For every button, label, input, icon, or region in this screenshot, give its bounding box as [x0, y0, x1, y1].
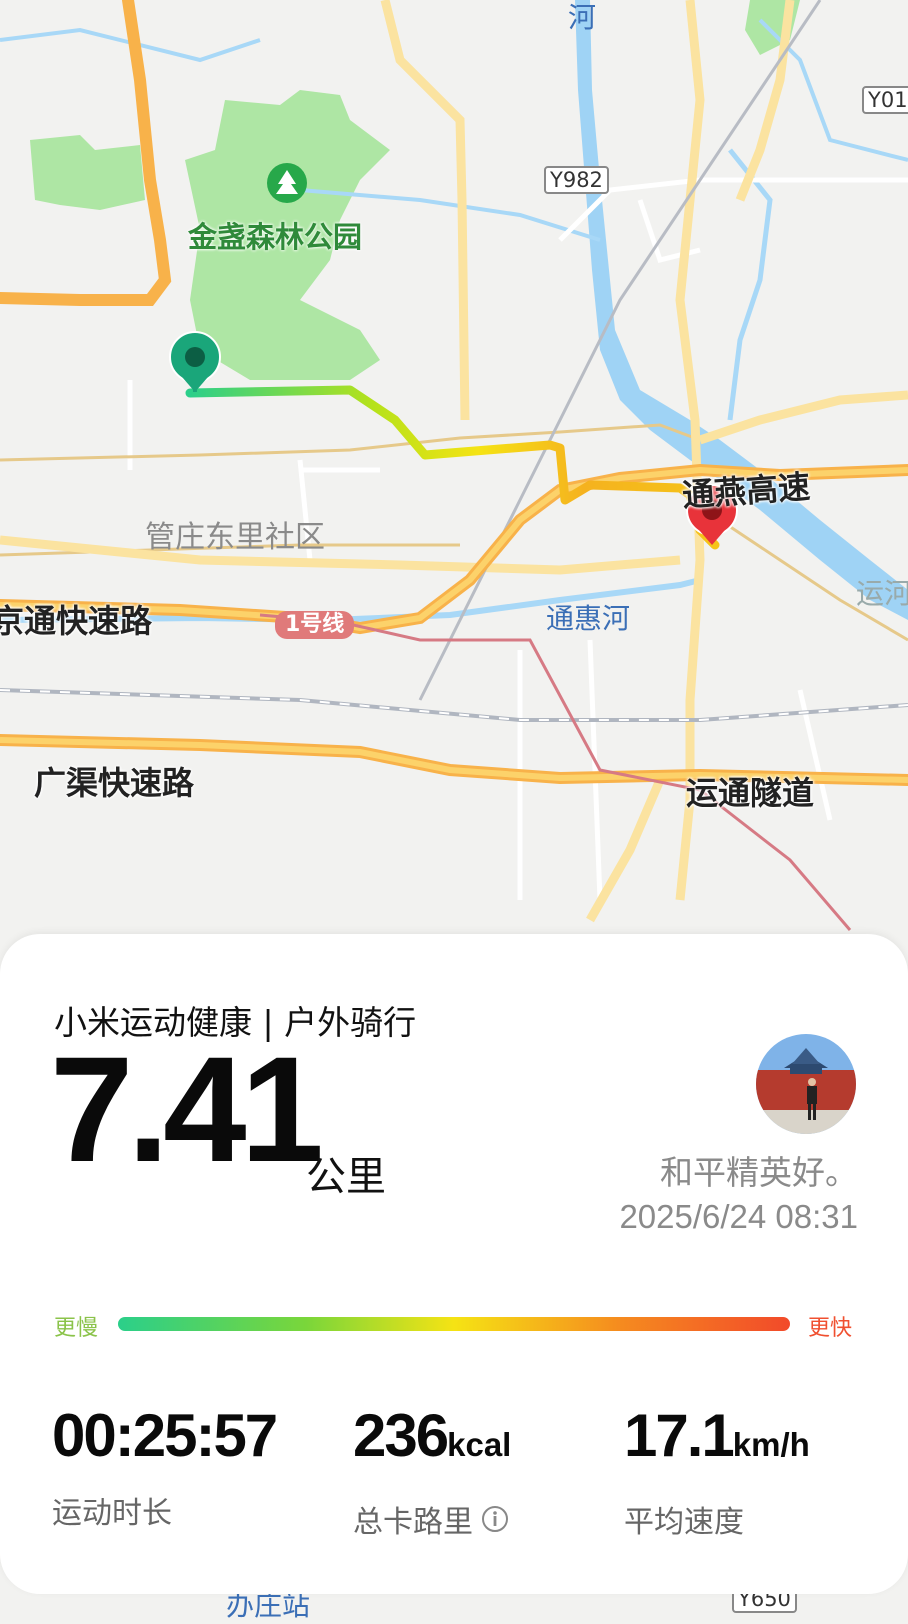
map-label-metro-1: 1号线 — [275, 611, 355, 639]
username: 和平精英好。 — [660, 1153, 858, 1192]
calories-unit: kcal — [447, 1426, 512, 1463]
distance-value: 7.41 — [50, 1025, 324, 1193]
map-shield-y01: Y01 — [862, 86, 908, 114]
map-label-park: 金盏森林公园 — [188, 220, 363, 254]
distance-unit: 公里 — [306, 1154, 386, 1200]
avatar-image — [756, 1034, 856, 1134]
workout-summary-card: 小米运动健康 | 户外骑行 7.41 公里 和平精英好。 2025/6/24 0… — [0, 934, 908, 1594]
map-label-river-top: 河 — [568, 1, 597, 34]
duration-value: 00:25:57 — [52, 1402, 278, 1469]
map-label-jingtong: 京通快速路 — [0, 602, 153, 640]
legend-faster: 更快 — [808, 1316, 853, 1341]
avatar[interactable] — [756, 1034, 856, 1134]
calories-value: 236 — [353, 1402, 449, 1469]
speed-gradient-bar — [118, 1317, 790, 1331]
duration-label: 运动时长 — [52, 1496, 172, 1531]
calories-label: 总卡路里 — [353, 1505, 473, 1540]
legend-slower: 更慢 — [54, 1316, 99, 1341]
map-label-tongyan: 通燕高速 — [680, 467, 812, 515]
stat-calories: 236kcal 总卡路里 — [353, 1406, 511, 1541]
map-label-yuntong: 运通隧道 — [686, 774, 815, 812]
map-label-canal: 运河 — [856, 577, 908, 610]
speed-label: 平均速度 — [624, 1505, 744, 1540]
map-label-community: 管庄东里社区 — [145, 520, 325, 555]
map-label-tonghui-river: 通惠河 — [546, 602, 631, 635]
info-icon[interactable] — [481, 1505, 509, 1533]
speed-unit: km/h — [732, 1426, 810, 1463]
map-shield-y982: Y982 — [544, 166, 609, 194]
speed-value: 17.1 — [624, 1402, 735, 1469]
stat-speed: 17.1km/h 平均速度 — [624, 1406, 810, 1541]
stat-duration: 00:25:57 运动时长 — [52, 1406, 278, 1532]
park-tree-icon — [267, 163, 307, 203]
workout-datetime: 2025/6/24 08:31 — [619, 1198, 858, 1235]
map-label-guangqu: 广渠快速路 — [34, 764, 195, 802]
